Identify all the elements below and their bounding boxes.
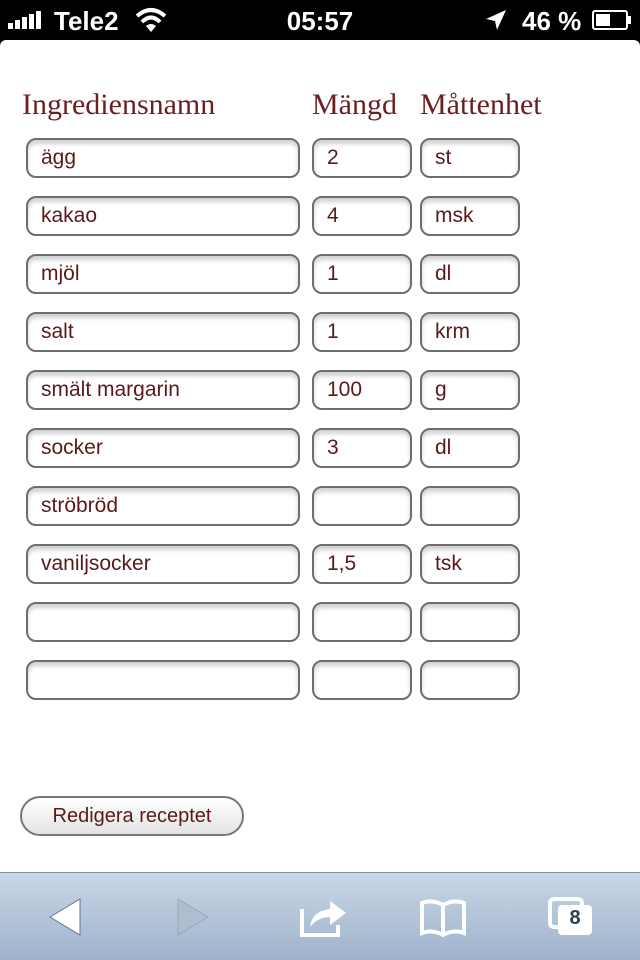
browser-toolbar: 8 [0,872,640,960]
ingredient-name-field[interactable]: kakao [26,196,300,236]
ingredient-unit-field[interactable]: krm [420,312,520,352]
ingredient-unit-field[interactable]: msk [420,196,520,236]
ingredient-name-field[interactable]: socker [26,428,300,468]
ingredient-amount-field[interactable]: 1,5 [312,544,412,584]
battery-percentage: 46 % [522,6,582,36]
header-ingredient-name: Ingrediensnamn [22,88,216,121]
ingredient-name-field[interactable]: smält margarin [26,370,300,410]
ingredient-amount-field[interactable] [312,602,412,642]
ingredient-amount-field[interactable]: 3 [312,428,412,468]
ingredient-amount-field[interactable]: 1 [312,254,412,294]
ingredient-name-field[interactable]: vaniljsocker [26,544,300,584]
ingredient-unit-field[interactable]: g [420,370,520,410]
ingredient-amount-field[interactable] [312,486,412,526]
location-arrow-icon [486,10,506,30]
ingredient-amount-field[interactable]: 2 [312,138,412,178]
back-icon[interactable] [40,895,90,939]
ingredient-amount-field[interactable]: 100 [312,370,412,410]
ingredient-name-field[interactable] [26,660,300,700]
ingredient-name-field[interactable] [26,602,300,642]
ingredient-amount-field[interactable] [312,660,412,700]
header-unit: Måttenhet [420,88,542,121]
ingredient-unit-field[interactable]: tsk [420,544,520,584]
tab-count: 8 [569,907,581,929]
ingredient-unit-field[interactable]: st [420,138,520,178]
recipe-ingredients-page: Ingrediensnamn Mängd Måttenhet ägg 2 st … [0,40,640,872]
ingredient-name-field[interactable]: mjöl [26,254,300,294]
ingredient-name-field[interactable]: ägg [26,138,300,178]
ingredient-unit-field[interactable] [420,486,520,526]
ingredient-amount-field[interactable]: 4 [312,196,412,236]
bookmarks-icon[interactable] [418,895,468,939]
ingredient-unit-field[interactable] [420,660,520,700]
share-icon[interactable] [298,895,348,939]
ingredient-unit-field[interactable]: dl [420,428,520,468]
header-amount: Mängd [312,88,397,121]
ingredient-unit-field[interactable] [420,602,520,642]
edit-recipe-button[interactable]: Redigera receptet [20,796,244,836]
battery-icon [592,10,631,30]
ingredient-amount-field[interactable]: 1 [312,312,412,352]
ingredient-unit-field[interactable]: dl [420,254,520,294]
ingredient-name-field[interactable]: ströbröd [26,486,300,526]
status-bar: Tele2 05:57 46 % [0,0,640,40]
forward-icon[interactable] [168,895,218,939]
ingredient-name-field[interactable]: salt [26,312,300,352]
